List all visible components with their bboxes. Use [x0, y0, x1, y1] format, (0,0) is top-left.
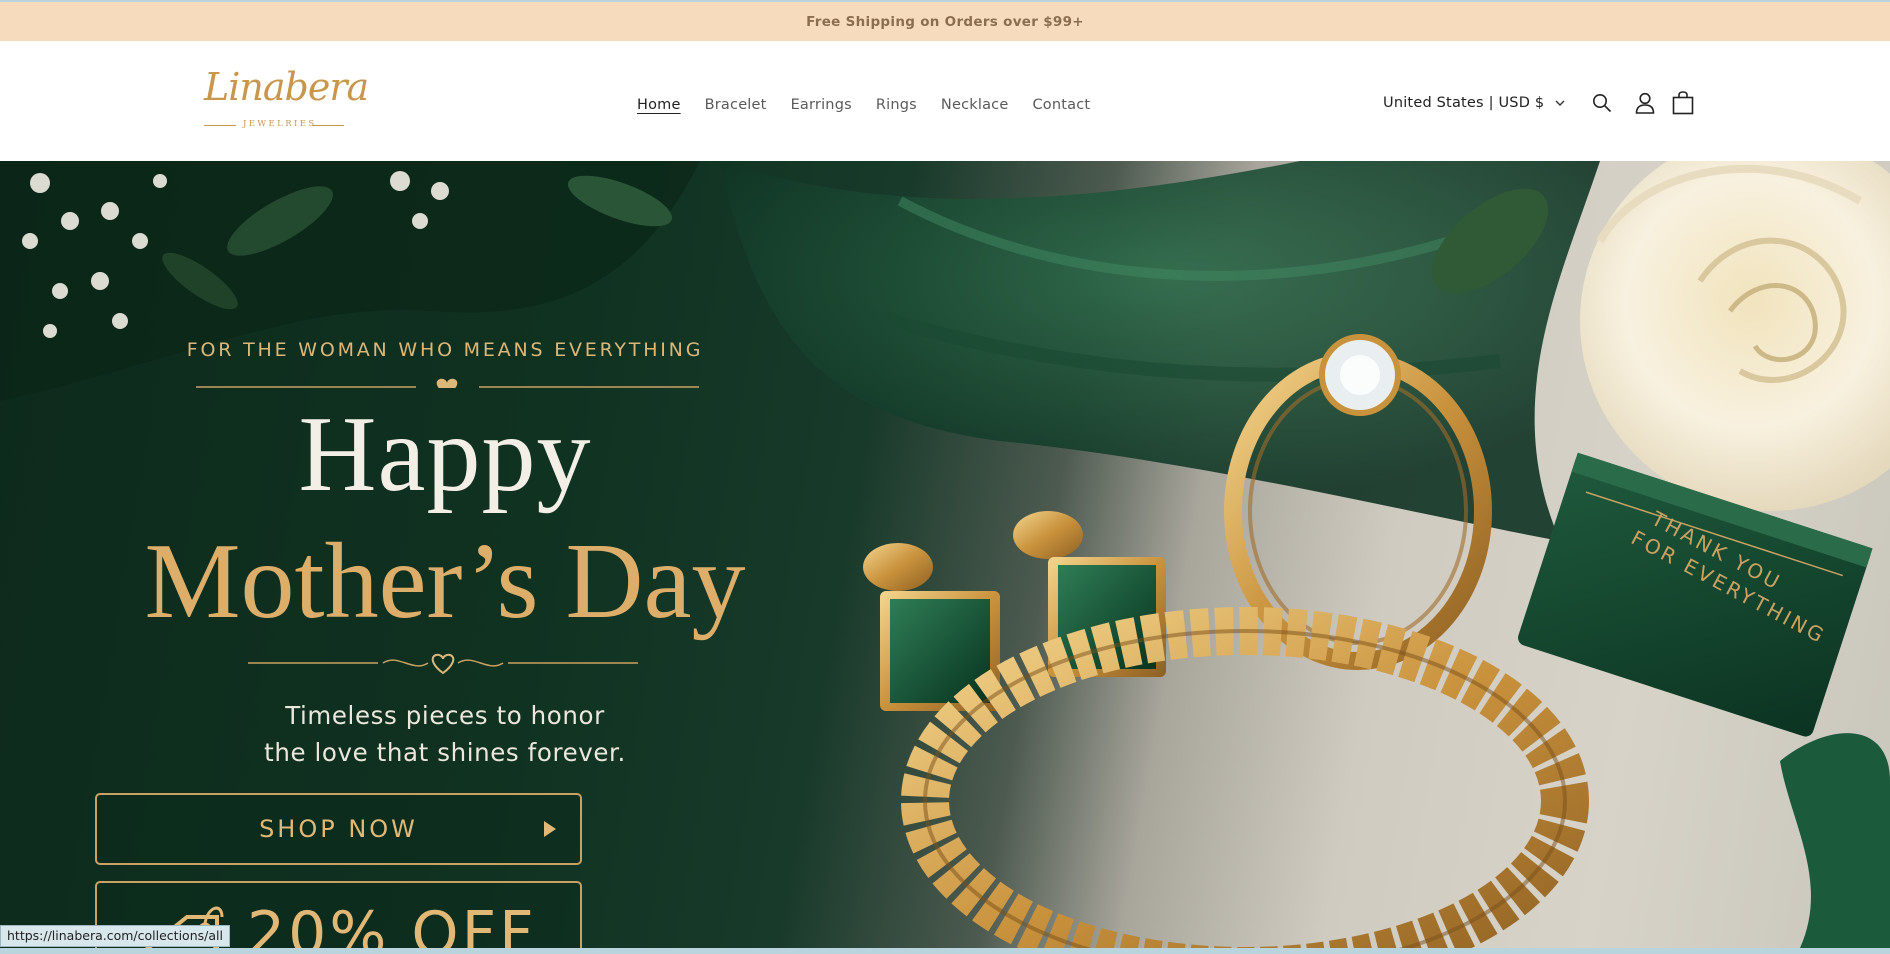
nav-home[interactable]: Home	[637, 97, 681, 113]
hero-eyebrow: FOR THE WOMAN WHO MEANS EVERYTHING	[186, 339, 704, 361]
nav-rings[interactable]: Rings	[876, 97, 917, 113]
hero-title-line1: Happy	[298, 395, 592, 514]
header-actions: United States | USD $	[1383, 91, 1695, 115]
logo-divider-right	[312, 125, 344, 126]
locale-label: United States | USD $	[1383, 95, 1545, 111]
logo[interactable]: Linabera JEWELRIES	[196, 65, 369, 131]
announcement-text: Free Shipping on Orders over $99+	[806, 13, 1084, 30]
promo-label: 20% OFF	[247, 899, 537, 948]
play-arrow-icon	[544, 821, 556, 837]
shop-now-button[interactable]: SHOP NOW	[95, 793, 582, 865]
status-bar-url: https://linabera.com/collections/all	[0, 925, 230, 947]
hero-title-line2: Mother’s Day	[144, 522, 746, 641]
logo-divider-left	[204, 125, 236, 126]
chevron-down-icon	[1554, 91, 1566, 115]
ornament-divider	[248, 653, 638, 675]
window-bottom-edge	[0, 948, 1890, 954]
nav-bracelet[interactable]: Bracelet	[705, 97, 767, 113]
hero-subtitle: Timeless pieces to honor the love that s…	[100, 697, 790, 771]
hero-banner[interactable]: THANK YOU FOR EVERYTHING FOR THE WOMAN W…	[0, 161, 1890, 948]
locale-selector[interactable]: United States | USD $	[1383, 91, 1566, 115]
main-nav: Home Bracelet Earrings Rings Necklace Co…	[637, 97, 1090, 113]
hero-subtitle-line1: Timeless pieces to honor	[285, 701, 605, 730]
logo-script: Linabera	[204, 65, 369, 109]
logo-subtitle: JEWELRIES	[243, 119, 317, 129]
cart-icon[interactable]	[1671, 91, 1695, 115]
nav-earrings[interactable]: Earrings	[791, 97, 852, 113]
announcement-bar: Free Shipping on Orders over $99+	[0, 0, 1890, 41]
shop-now-label: SHOP NOW	[259, 815, 418, 843]
hero-subtitle-line2: the love that shines forever.	[264, 738, 626, 767]
search-icon[interactable]	[1590, 91, 1614, 115]
nav-necklace[interactable]: Necklace	[941, 97, 1009, 113]
account-icon[interactable]	[1633, 91, 1657, 115]
nav-contact[interactable]: Contact	[1032, 97, 1090, 113]
site-header: Linabera JEWELRIES Home Bracelet Earring…	[0, 41, 1890, 161]
heart-divider	[196, 378, 699, 388]
